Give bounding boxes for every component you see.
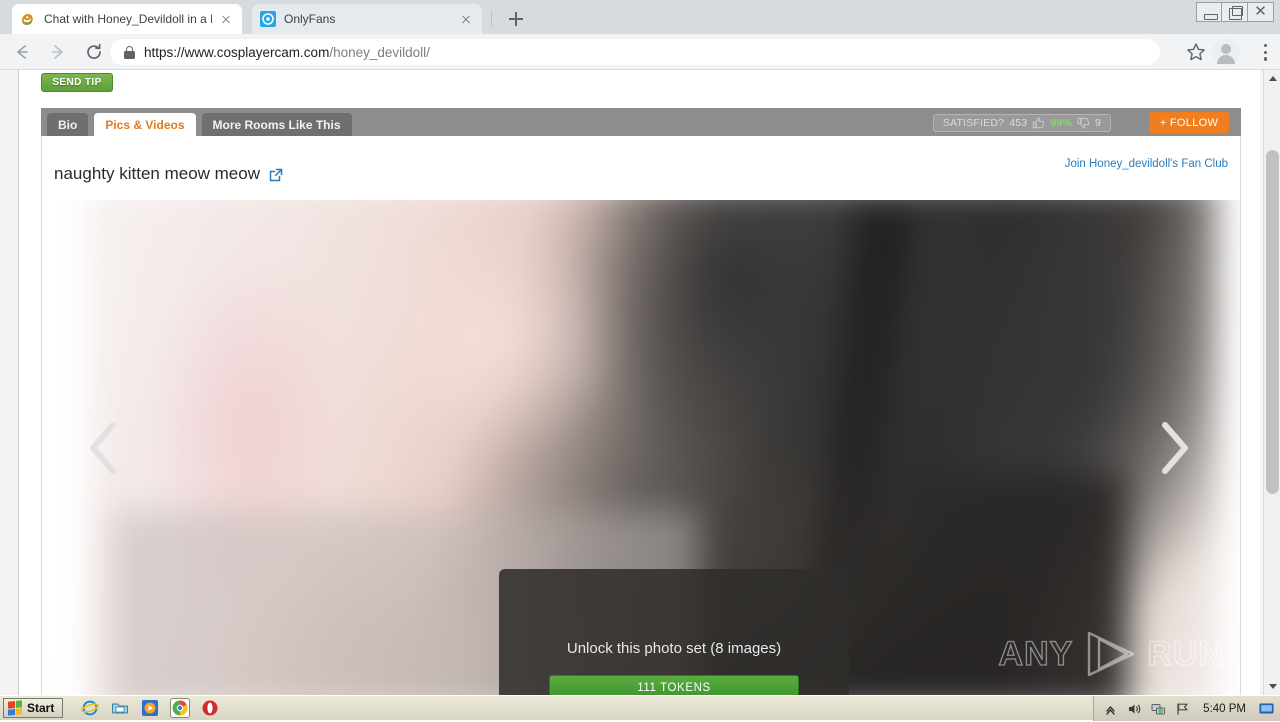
browser-window: Chat with Honey_Devildoll in a Live / On… [0, 0, 1280, 695]
quick-launch-bar [81, 699, 219, 717]
reload-button[interactable] [80, 38, 108, 66]
thumbs-up-icon[interactable] [1032, 117, 1045, 129]
external-link-icon[interactable] [269, 167, 283, 181]
back-button[interactable] [8, 38, 36, 66]
browser-tab-2-title: OnlyFans [284, 12, 452, 26]
watermark-text-any: ANY [999, 635, 1074, 674]
tab-separator [491, 11, 492, 27]
page-viewport: SEND TIP Bio Pics & Videos More Rooms Li… [0, 70, 1280, 695]
follow-button[interactable]: + FOLLOW [1149, 112, 1229, 134]
onlyfans-favicon [260, 11, 276, 27]
url-text: https://www.cosplayercam.com/honey_devil… [144, 45, 430, 60]
url-origin: https://www.cosplayercam.com [144, 45, 329, 60]
browser-tab-2-close-icon[interactable] [458, 11, 474, 27]
avatar-icon[interactable] [1212, 38, 1240, 66]
start-button[interactable]: Start [3, 698, 63, 718]
file-explorer-icon[interactable] [111, 699, 129, 717]
new-tab-button[interactable] [504, 7, 528, 31]
browser-tab-1-title: Chat with Honey_Devildoll in a Live / [44, 12, 212, 26]
chevron-left-icon[interactable] [82, 417, 128, 479]
page-tab-bio[interactable]: Bio [47, 113, 88, 136]
fan-club-link[interactable]: Join Honey_devildoll's Fan Club [1065, 158, 1228, 170]
page-tab-more-rooms[interactable]: More Rooms Like This [202, 113, 352, 136]
browser-toolbar: https://www.cosplayercam.com/honey_devil… [0, 34, 1280, 70]
taskbar-clock[interactable]: 5:40 PM [1203, 703, 1246, 715]
windows-flag-icon [8, 700, 22, 715]
star-icon[interactable] [1184, 40, 1208, 64]
pics-videos-panel: naughty kitten meow meow Join Honey_devi… [41, 136, 1241, 695]
scroll-down-arrow-icon[interactable] [1264, 678, 1280, 695]
page-tab-bar: Bio Pics & Videos More Rooms Like This S… [41, 108, 1241, 136]
restore-button[interactable] [1222, 2, 1248, 22]
play-triangle-logo [1079, 629, 1141, 679]
anyrun-watermark: ANY RUN [999, 629, 1224, 679]
volume-icon[interactable] [1127, 702, 1142, 716]
internet-explorer-icon[interactable] [81, 699, 99, 717]
site-favicon [20, 11, 36, 27]
flag-icon[interactable] [1175, 702, 1190, 716]
url-path: /honey_devildoll/ [329, 45, 430, 60]
photo-stage: Unlock this photo set (8 images) 111 TOK… [42, 200, 1240, 695]
page-tab-pics-videos[interactable]: Pics & Videos [94, 113, 195, 136]
satisfied-percent: 99% [1050, 117, 1072, 129]
kebab-menu-icon[interactable] [1264, 44, 1268, 62]
show-hidden-icons-icon[interactable] [1103, 702, 1118, 716]
chevron-right-icon[interactable] [1150, 417, 1196, 479]
lock-icon [124, 46, 135, 59]
system-tray: 5:40 PM [1093, 696, 1280, 721]
vertical-scrollbar[interactable] [1263, 70, 1280, 695]
opera-icon[interactable] [201, 699, 219, 717]
satisfied-rating: SATISFIED? 453 99% 9 [933, 114, 1111, 132]
browser-tab-2[interactable]: OnlyFans [252, 4, 482, 34]
watermark-text-run: RUN [1147, 635, 1224, 674]
photo-set-title: naughty kitten meow meow [54, 164, 260, 184]
satisfied-down-count: 9 [1095, 117, 1101, 129]
unlock-tokens-button[interactable]: 111 TOKENS [549, 675, 799, 695]
taskbar: Start 5:40 PM [0, 695, 1280, 720]
unlock-photo-set-dialog: Unlock this photo set (8 images) 111 TOK… [499, 569, 849, 695]
satisfied-label: SATISFIED? [943, 117, 1004, 129]
window-controls: ✕ [1196, 2, 1274, 22]
network-icon[interactable] [1151, 702, 1166, 716]
browser-tab-1-close-icon[interactable] [218, 11, 234, 27]
chrome-icon[interactable] [171, 699, 189, 717]
tab-strip: Chat with Honey_Devildoll in a Live / On… [0, 0, 1280, 34]
close-button[interactable]: ✕ [1248, 2, 1274, 22]
minimize-button[interactable] [1196, 2, 1222, 22]
satisfied-up-count: 453 [1009, 117, 1027, 129]
scroll-up-arrow-icon[interactable] [1264, 70, 1280, 87]
show-desktop-icon[interactable] [1259, 702, 1274, 716]
media-player-icon[interactable] [141, 699, 159, 717]
browser-tab-1[interactable]: Chat with Honey_Devildoll in a Live / [12, 4, 242, 34]
thumbs-down-icon[interactable] [1077, 117, 1090, 129]
scrollbar-thumb[interactable] [1266, 150, 1279, 494]
photo-set-title-row: naughty kitten meow meow [54, 164, 283, 184]
page-content: SEND TIP Bio Pics & Videos More Rooms Li… [18, 70, 1260, 695]
address-bar[interactable]: https://www.cosplayercam.com/honey_devil… [110, 39, 1160, 65]
forward-button[interactable] [44, 38, 72, 66]
unlock-message: Unlock this photo set (8 images) [567, 640, 781, 657]
start-button-label: Start [27, 701, 54, 715]
send-tip-button[interactable]: SEND TIP [41, 73, 113, 92]
